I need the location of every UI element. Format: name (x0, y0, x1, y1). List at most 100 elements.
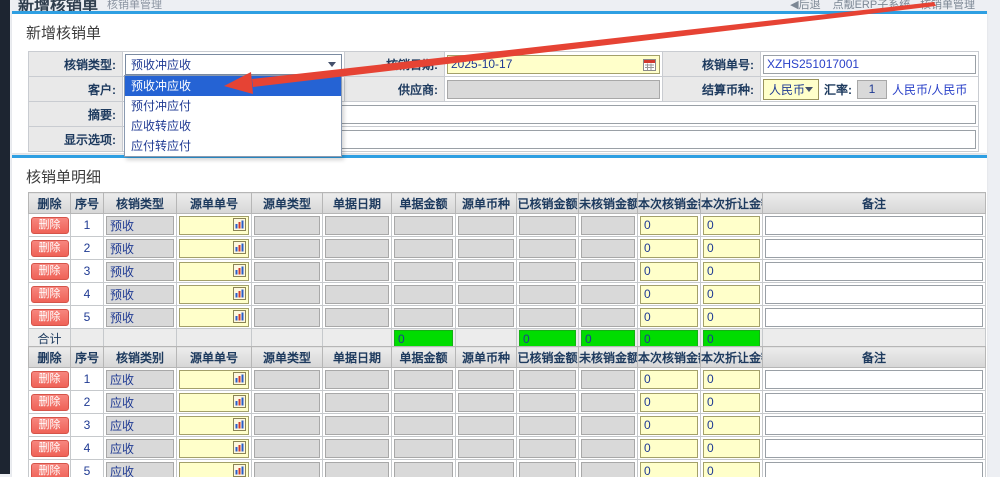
writeoff-type-dropdown: 预收冲应收预付冲应付应收转应收应付转应付 (124, 75, 342, 157)
column-header: 本次核销金额 (638, 193, 701, 214)
supplier-input (447, 80, 660, 99)
not-written-off-cell (581, 370, 635, 389)
current-discount-input[interactable]: 0 (703, 393, 760, 412)
back-link[interactable]: ◀后退 (790, 0, 820, 11)
lookup-icon[interactable] (233, 441, 246, 454)
supplier-label: 供应商: (345, 77, 445, 102)
lookup-icon[interactable] (233, 464, 246, 477)
current-writeoff-input[interactable]: 0 (640, 370, 698, 389)
remark-input[interactable] (765, 216, 983, 235)
writeoff-type-select[interactable]: 预收冲应收 (125, 54, 342, 75)
lookup-icon[interactable] (233, 264, 246, 277)
delete-row-button[interactable]: 删除 (31, 286, 69, 303)
remark-input[interactable] (765, 439, 983, 458)
current-discount-input[interactable]: 0 (703, 262, 760, 281)
current-writeoff-input[interactable]: 0 (640, 262, 698, 281)
current-writeoff-input[interactable]: 0 (640, 462, 698, 477)
doc-amount-cell (394, 393, 453, 412)
dropdown-option[interactable]: 应付转应付 (125, 136, 341, 156)
current-writeoff-input[interactable]: 0 (640, 439, 698, 458)
writeoff-detail-card: 核销单明细 删除序号核销类型源单单号源单类型单据日期单据金额源单币种已核销金额未… (12, 155, 987, 477)
doc-amount-cell (394, 462, 453, 477)
remark-input[interactable] (765, 416, 983, 435)
current-writeoff-input[interactable]: 0 (640, 216, 698, 235)
lookup-icon[interactable] (233, 418, 246, 431)
currency-select[interactable]: 人民币 (763, 79, 819, 100)
delete-row-button[interactable]: 删除 (31, 263, 69, 280)
current-discount-input[interactable]: 0 (703, 285, 760, 304)
not-written-off-cell (581, 393, 635, 412)
remark-input[interactable] (765, 393, 983, 412)
source-doc-input[interactable] (179, 262, 249, 281)
current-discount-input[interactable]: 0 (703, 239, 760, 258)
lookup-icon[interactable] (233, 310, 246, 323)
remark-input[interactable] (765, 308, 983, 327)
delete-row-button[interactable]: 删除 (31, 217, 69, 234)
not-written-off-cell (581, 285, 635, 304)
source-doc-input[interactable] (179, 239, 249, 258)
current-discount-input[interactable]: 0 (703, 308, 760, 327)
source-doc-input[interactable] (179, 308, 249, 327)
lookup-icon[interactable] (233, 372, 246, 385)
writeoff-type-cell: 预收 (106, 262, 174, 281)
column-header: 本次折让金额 (701, 193, 763, 214)
delete-row-button[interactable]: 删除 (31, 371, 69, 388)
dropdown-option[interactable]: 应收转应收 (125, 116, 341, 136)
currency-label: 结算币种: (663, 77, 761, 102)
lookup-icon[interactable] (233, 287, 246, 300)
lookup-icon[interactable] (233, 241, 246, 254)
writeoff-type-cell: 应收 (106, 439, 174, 458)
writeoff-date-input[interactable]: 2025-10-17 (447, 55, 660, 74)
writeoff-no-input[interactable]: XZHS251017001 (763, 55, 976, 74)
current-discount-input[interactable]: 0 (703, 216, 760, 235)
remark-input[interactable] (765, 370, 983, 389)
dropdown-option[interactable]: 预付冲应付 (125, 96, 341, 116)
written-off-cell (519, 416, 576, 435)
source-currency-cell (458, 393, 514, 412)
current-discount-input[interactable]: 0 (703, 439, 760, 458)
nav-path: 点靓ERP子系统 · 核销单管理 (833, 0, 975, 11)
not-written-off-cell (581, 416, 635, 435)
column-header: 备注 (763, 193, 986, 214)
current-writeoff-input[interactable]: 0 (640, 239, 698, 258)
source-doc-input[interactable] (179, 416, 249, 435)
remark-input[interactable] (765, 262, 983, 281)
current-writeoff-input[interactable]: 0 (640, 393, 698, 412)
source-doc-input[interactable] (179, 370, 249, 389)
doc-date-cell (325, 262, 389, 281)
delete-row-button[interactable]: 删除 (31, 309, 69, 326)
doc-amount-cell (394, 285, 453, 304)
doc-date-cell (325, 370, 389, 389)
delete-row-button[interactable]: 删除 (31, 394, 69, 411)
lookup-icon[interactable] (233, 395, 246, 408)
row-number: 1 (71, 214, 104, 237)
source-doc-input[interactable] (179, 216, 249, 235)
source-doc-input[interactable] (179, 439, 249, 458)
dropdown-option[interactable]: 预收冲应收 (125, 76, 341, 96)
source-currency-cell (458, 285, 514, 304)
delete-row-button[interactable]: 删除 (31, 463, 69, 477)
delete-row-button[interactable]: 删除 (31, 240, 69, 257)
doc-amount-cell (394, 239, 453, 258)
delete-row-button[interactable]: 删除 (31, 417, 69, 434)
source-doc-input[interactable] (179, 393, 249, 412)
column-header: 删除 (29, 347, 71, 368)
remark-input[interactable] (765, 462, 983, 477)
remark-input[interactable] (765, 285, 983, 304)
delete-row-button[interactable]: 删除 (31, 440, 69, 457)
doc-date-cell (325, 239, 389, 258)
current-writeoff-input[interactable]: 0 (640, 308, 698, 327)
lookup-icon[interactable] (233, 218, 246, 231)
column-header: 单据日期 (323, 193, 392, 214)
source-doc-input[interactable] (179, 462, 249, 477)
calendar-icon[interactable] (643, 58, 656, 71)
remark-input[interactable] (765, 239, 983, 258)
current-writeoff-input[interactable]: 0 (640, 416, 698, 435)
current-discount-input[interactable]: 0 (703, 416, 760, 435)
source-doc-input[interactable] (179, 285, 249, 304)
writeoff-type-cell: 预收 (106, 239, 174, 258)
current-discount-input[interactable]: 0 (703, 462, 760, 477)
current-writeoff-input[interactable]: 0 (640, 285, 698, 304)
source-currency-cell (458, 239, 514, 258)
current-discount-input[interactable]: 0 (703, 370, 760, 389)
